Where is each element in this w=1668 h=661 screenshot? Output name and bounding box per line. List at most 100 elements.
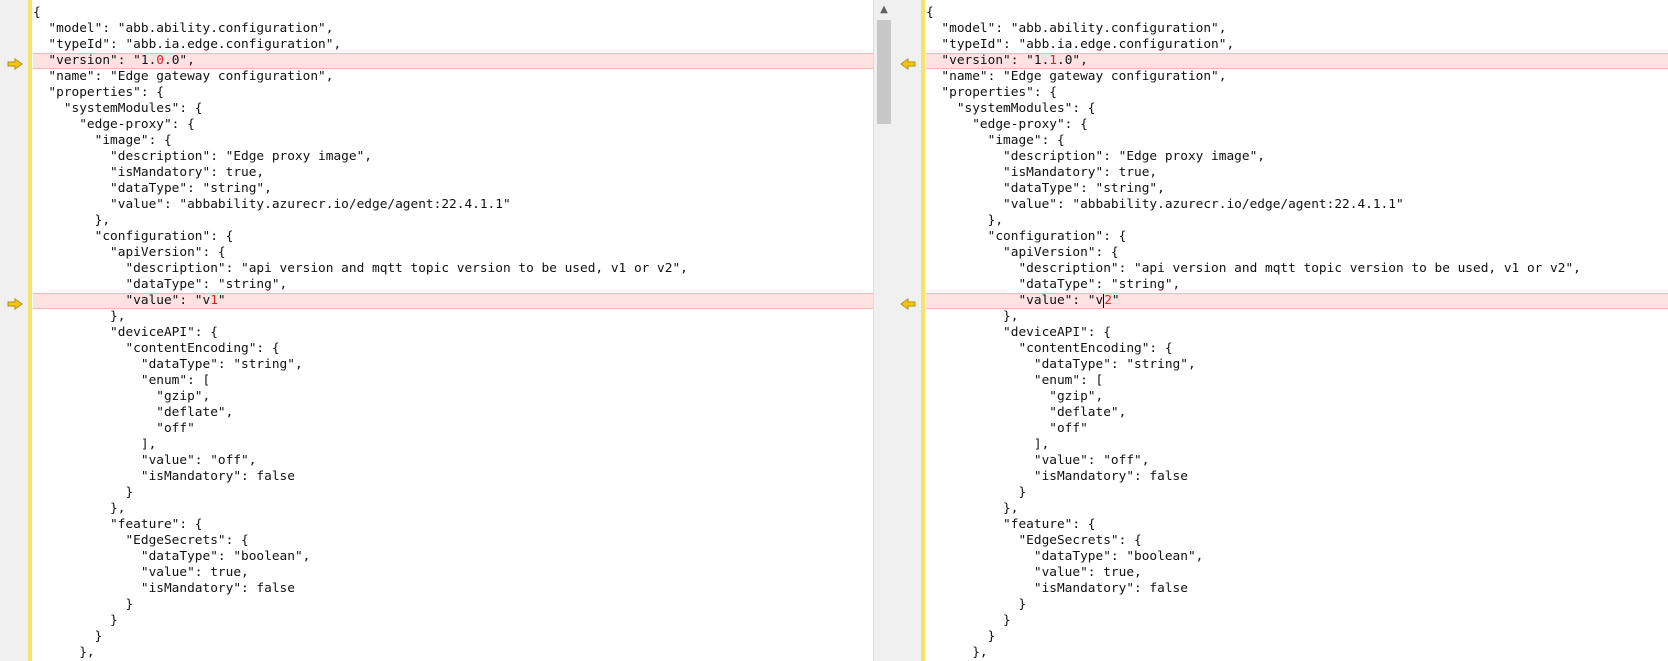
code-line[interactable]: "isMandatory": false <box>33 469 893 485</box>
code-line[interactable]: }, <box>926 213 1668 229</box>
code-line[interactable]: "properties": { <box>33 85 893 101</box>
code-line[interactable]: "systemModules": { <box>33 101 893 117</box>
right-pane[interactable]: { "model": "abb.ability.configuration", … <box>893 0 1668 661</box>
code-line[interactable]: "EdgeSecrets": { <box>33 533 893 549</box>
code-line[interactable]: "model": "abb.ability.configuration", <box>926 21 1668 37</box>
code-line[interactable]: "EdgeSecrets": { <box>926 533 1668 549</box>
code-line[interactable]: } <box>33 613 893 629</box>
chevron-up-icon[interactable]: ▲ <box>874 0 893 18</box>
code-line[interactable]: "systemModules": { <box>926 101 1668 117</box>
code-line[interactable]: "value": "abbability.azurecr.io/edge/age… <box>926 197 1668 213</box>
right-code-area[interactable]: { "model": "abb.ability.configuration", … <box>926 5 1668 661</box>
code-line[interactable]: "name": "Edge gateway configuration", <box>926 69 1668 85</box>
code-line[interactable]: "dataType": "boolean", <box>33 549 893 565</box>
code-line[interactable]: "dataType": "string", <box>926 277 1668 293</box>
code-line[interactable]: "dataType": "string", <box>33 181 893 197</box>
code-line[interactable]: "description": "api version and mqtt top… <box>33 261 893 277</box>
code-line[interactable]: "isMandatory": true, <box>926 165 1668 181</box>
code-line[interactable]: "dataType": "boolean", <box>926 549 1668 565</box>
code-line[interactable]: "deflate", <box>33 405 893 421</box>
code-line[interactable]: "isMandatory": false <box>926 469 1668 485</box>
code-line[interactable]: { <box>33 5 893 21</box>
code-line[interactable]: "dataType": "string", <box>33 277 893 293</box>
code-line[interactable]: "description": "Edge proxy image", <box>33 149 893 165</box>
code-line[interactable]: }, <box>926 309 1668 325</box>
code-line[interactable]: "feature": { <box>926 517 1668 533</box>
code-text: "isMandatory": false <box>926 469 1188 484</box>
code-line[interactable]: "typeId": "abb.ia.edge.configuration", <box>926 37 1668 53</box>
code-line[interactable]: } <box>33 597 893 613</box>
code-line[interactable]: "description": "api version and mqtt top… <box>926 261 1668 277</box>
code-line[interactable]: "apiVersion": { <box>33 245 893 261</box>
code-line[interactable]: "contentEncoding": { <box>33 341 893 357</box>
code-line[interactable]: "model": "abb.ability.configuration", <box>33 21 893 37</box>
code-line[interactable]: "enum": [ <box>33 373 893 389</box>
code-line[interactable]: }, <box>926 645 1668 661</box>
code-line[interactable]: }, <box>33 213 893 229</box>
arrow-right-icon[interactable] <box>7 295 23 310</box>
code-line[interactable]: "value": true, <box>33 565 893 581</box>
diff-line[interactable]: "value": "v1" <box>33 293 893 309</box>
diff-line[interactable]: "version": "1.1.0", <box>926 53 1668 69</box>
code-line[interactable]: ], <box>33 437 893 453</box>
code-line[interactable]: "enum": [ <box>926 373 1668 389</box>
code-line[interactable]: "apiVersion": { <box>926 245 1668 261</box>
code-line[interactable]: "gzip", <box>926 389 1668 405</box>
code-line[interactable]: "value": "abbability.azurecr.io/edge/age… <box>33 197 893 213</box>
code-line[interactable]: } <box>33 485 893 501</box>
code-line[interactable]: }, <box>33 501 893 517</box>
code-line[interactable]: "dataType": "string", <box>926 181 1668 197</box>
code-line[interactable]: "contentEncoding": { <box>926 341 1668 357</box>
code-line[interactable]: } <box>926 629 1668 645</box>
code-line[interactable]: }, <box>33 645 893 661</box>
left-vertical-scrollbar[interactable]: ▲ <box>873 0 893 661</box>
code-line[interactable]: "description": "Edge proxy image", <box>926 149 1668 165</box>
code-line[interactable]: "off" <box>33 421 893 437</box>
code-line[interactable]: } <box>926 613 1668 629</box>
code-line[interactable]: "deflate", <box>926 405 1668 421</box>
code-line[interactable]: "value": true, <box>926 565 1668 581</box>
arrow-left-icon[interactable] <box>900 55 916 70</box>
code-line[interactable]: "deviceAPI": { <box>926 325 1668 341</box>
code-line[interactable]: "configuration": { <box>33 229 893 245</box>
diff-line[interactable]: "value": "v2" <box>926 293 1668 309</box>
code-line[interactable]: "typeId": "abb.ia.edge.configuration", <box>33 37 893 53</box>
code-line[interactable]: "feature": { <box>33 517 893 533</box>
code-line[interactable]: "isMandatory": false <box>33 581 893 597</box>
code-line[interactable]: "isMandatory": false <box>926 581 1668 597</box>
code-line[interactable]: } <box>926 485 1668 501</box>
code-line[interactable]: "edge-proxy": { <box>926 117 1668 133</box>
left-code-area[interactable]: { "model": "abb.ability.configuration", … <box>33 5 893 661</box>
code-line[interactable]: "properties": { <box>926 85 1668 101</box>
code-text: "systemModules": { <box>33 101 203 116</box>
code-line[interactable]: "configuration": { <box>926 229 1668 245</box>
code-line[interactable]: }, <box>926 501 1668 517</box>
code-line[interactable]: ], <box>926 437 1668 453</box>
left-gutter <box>0 0 29 661</box>
code-text: }, <box>33 501 126 516</box>
code-line[interactable]: "dataType": "string", <box>926 357 1668 373</box>
code-line[interactable]: "value": "off", <box>926 453 1668 469</box>
code-line[interactable]: { <box>926 5 1668 21</box>
code-line[interactable]: }, <box>33 309 893 325</box>
code-line[interactable]: "image": { <box>926 133 1668 149</box>
arrow-left-icon[interactable] <box>900 295 916 310</box>
code-line[interactable]: "isMandatory": true, <box>33 165 893 181</box>
code-line[interactable]: "edge-proxy": { <box>33 117 893 133</box>
code-line[interactable]: "gzip", <box>33 389 893 405</box>
scrollbar-thumb[interactable] <box>877 20 891 124</box>
code-line[interactable]: } <box>926 597 1668 613</box>
code-text-tail: " <box>217 293 226 308</box>
code-line[interactable]: "off" <box>926 421 1668 437</box>
code-line[interactable]: "value": "off", <box>33 453 893 469</box>
code-line[interactable]: } <box>33 629 893 645</box>
left-pane[interactable]: { "model": "abb.ability.configuration", … <box>0 0 893 661</box>
code-line[interactable]: "dataType": "string", <box>33 357 893 373</box>
code-line[interactable]: "name": "Edge gateway configuration", <box>33 69 893 85</box>
code-line[interactable]: "image": { <box>33 133 893 149</box>
code-text: ], <box>33 437 157 452</box>
arrow-right-icon[interactable] <box>7 55 23 70</box>
code-text: "contentEncoding": { <box>33 341 280 356</box>
code-line[interactable]: "deviceAPI": { <box>33 325 893 341</box>
diff-line[interactable]: "version": "1.0.0", <box>33 53 893 69</box>
